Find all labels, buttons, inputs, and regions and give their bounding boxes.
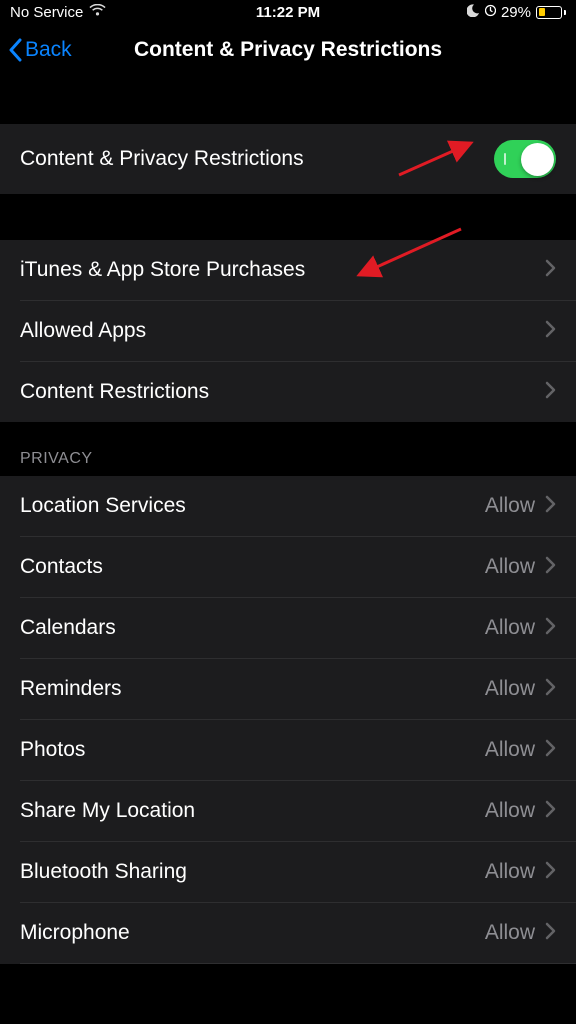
chevron-right-icon [545,320,556,343]
row-label: Microphone [20,921,130,945]
row-value: Allow [485,677,535,701]
bluetooth-sharing-row[interactable]: Bluetooth Sharing Allow [0,842,576,902]
location-services-row[interactable]: Location Services Allow [0,476,576,536]
status-bar: No Service 11:22 PM 29% [0,0,576,24]
restrictions-toggle[interactable] [494,140,556,178]
content-restrictions-row[interactable]: Content Restrictions [0,362,576,422]
chevron-right-icon [545,922,556,945]
chevron-right-icon [545,739,556,762]
row-label: Allowed Apps [20,319,146,343]
spacer [0,76,576,124]
row-label: iTunes & App Store Purchases [20,258,305,282]
row-value: Allow [485,555,535,579]
row-label: Contacts [20,555,103,579]
status-time: 11:22 PM [256,4,320,21]
row-value: Allow [485,494,535,518]
section-purchases: iTunes & App Store Purchases Allowed App… [0,240,576,422]
calendars-row[interactable]: Calendars Allow [0,598,576,658]
photos-row[interactable]: Photos Allow [0,720,576,780]
lock-icon [485,4,496,21]
page-title: Content & Privacy Restrictions [134,38,442,62]
battery-percent: 29% [501,4,531,21]
chevron-right-icon [545,861,556,884]
chevron-right-icon [545,381,556,404]
row-label: Calendars [20,616,116,640]
row-label: Content Restrictions [20,380,209,404]
back-button[interactable]: Back [8,38,72,62]
row-label: Share My Location [20,799,195,823]
restrictions-toggle-label: Content & Privacy Restrictions [20,147,304,171]
chevron-left-icon [8,38,23,62]
row-label: Bluetooth Sharing [20,860,187,884]
chevron-right-icon [545,800,556,823]
chevron-right-icon [545,617,556,640]
nav-bar: Back Content & Privacy Restrictions [0,24,576,76]
chevron-right-icon [545,259,556,282]
allowed-apps-row[interactable]: Allowed Apps [0,301,576,361]
row-label: Location Services [20,494,186,518]
row-value: Allow [485,616,535,640]
restrictions-toggle-row: Content & Privacy Restrictions [0,124,576,194]
row-value: Allow [485,860,535,884]
row-label: Photos [20,738,85,762]
chevron-right-icon [545,495,556,518]
battery-icon [536,6,566,19]
privacy-section: Location Services Allow Contacts Allow C… [0,476,576,964]
row-label: Reminders [20,677,122,701]
carrier-text: No Service [10,4,83,21]
microphone-row[interactable]: Microphone Allow [0,903,576,963]
moon-icon [467,4,480,21]
row-value: Allow [485,921,535,945]
row-value: Allow [485,799,535,823]
share-my-location-row[interactable]: Share My Location Allow [0,781,576,841]
chevron-right-icon [545,678,556,701]
privacy-section-header: PRIVACY [0,422,576,476]
row-value: Allow [485,738,535,762]
spacer [0,194,576,240]
back-label: Back [25,38,72,62]
chevron-right-icon [545,556,556,579]
reminders-row[interactable]: Reminders Allow [0,659,576,719]
wifi-icon [89,4,106,21]
contacts-row[interactable]: Contacts Allow [0,537,576,597]
itunes-purchases-row[interactable]: iTunes & App Store Purchases [0,240,576,300]
